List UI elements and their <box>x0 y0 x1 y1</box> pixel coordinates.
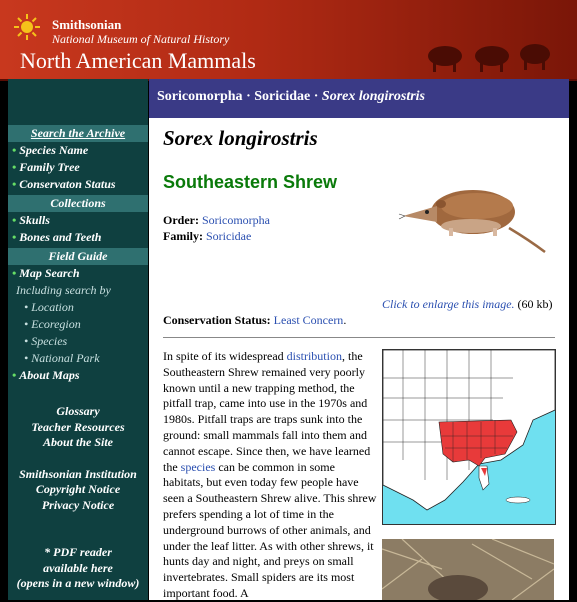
bullet-icon: • <box>12 177 17 191</box>
order-row: Order: Soricomorpha <box>163 213 270 228</box>
bullet-icon: • <box>12 266 17 280</box>
range-map[interactable] <box>382 349 556 525</box>
description-text: In spite of its widespread <box>163 349 287 363</box>
breadcrumb-order[interactable]: Soricomorpha <box>157 89 243 104</box>
sidebar-item-map-search[interactable]: • Map Search <box>8 265 148 282</box>
link-smithsonian-institution[interactable]: Smithsonian Institution <box>8 467 148 483</box>
bullet-icon: • <box>12 213 17 227</box>
sidebar-item-bones-and-teeth[interactable]: • Bones and Teeth <box>8 229 148 246</box>
sidebar-item-label: Bones and Teeth <box>19 230 102 244</box>
link-privacy-notice[interactable]: Privacy Notice <box>8 498 148 514</box>
sidebar-item-label: Species Name <box>19 143 89 157</box>
sidebar-subitem-location[interactable]: • Location <box>8 299 148 316</box>
order-link[interactable]: Soricomorpha <box>202 213 270 227</box>
sidebar-item-label: About Maps <box>19 368 80 382</box>
sidebar-item-about-maps[interactable]: • About Maps <box>8 367 148 384</box>
divider <box>163 337 555 338</box>
main-content: Sorex longirostris Southeastern Shrew Or… <box>149 118 569 600</box>
breadcrumb-separator: · <box>310 89 322 104</box>
site-title[interactable]: North American Mammals <box>20 48 256 74</box>
sidebar-nav: Search the Archive • Species Name • Family… <box>8 79 148 600</box>
sidebar-heading-field-guide: Field Guide <box>8 248 148 265</box>
sidebar-subitem-ecoregion[interactable]: • Ecoregion <box>8 316 148 333</box>
shrew-illustration[interactable] <box>397 170 547 260</box>
pdf-note-line: (opens in a new window) <box>16 576 140 590</box>
smithsonian-sun-logo[interactable] <box>14 14 40 40</box>
sidebar-subitem-label: Species <box>31 334 68 348</box>
link-teacher-resources[interactable]: Teacher Resources <box>8 420 148 436</box>
sidebar-subitem-label: Location <box>31 300 74 314</box>
link-about-site[interactable]: About the Site <box>8 435 148 451</box>
bullet-icon: • <box>12 143 17 157</box>
sidebar-item-label: Skulls <box>19 213 50 227</box>
museum-name[interactable]: National Museum of Natural History <box>52 32 229 47</box>
sidebar-subitem-label: Ecoregion <box>31 317 81 331</box>
family-label: Family: <box>163 229 203 243</box>
pdf-note-line: available here <box>43 560 113 575</box>
link-glossary[interactable]: Glossary <box>8 404 148 420</box>
bullet-icon: • <box>12 368 17 382</box>
description-text: , the Southeastern Shrew remained very p… <box>163 349 371 474</box>
shrew-photo[interactable] <box>382 539 554 600</box>
sidebar-item-skulls[interactable]: • Skulls <box>8 212 148 229</box>
sidebar-subitem-label: National Park <box>31 351 100 365</box>
sidebar-item-conservation-status[interactable]: • Conservaton Status <box>8 176 148 193</box>
enlarge-image-row: Click to enlarge this image. (60 kb) <box>382 297 562 312</box>
order-label: Order: <box>163 213 199 227</box>
species-description: In spite of its widespread distribution,… <box>163 349 377 602</box>
sidebar-item-label: Family Tree <box>19 160 80 174</box>
sidebar-heading-collections: Collections <box>8 195 148 212</box>
page-title: Sorex longirostris <box>163 126 318 150</box>
status-label: Conservation Status: <box>163 313 271 327</box>
enlarge-image-link[interactable]: Click to enlarge this image. <box>382 297 515 311</box>
bullet-icon: • <box>12 160 17 174</box>
sidebar-item-label: Conservaton Status <box>19 177 116 191</box>
description-text: can be common in some habitats, but even… <box>163 459 377 600</box>
status-end: . <box>343 313 347 327</box>
pdf-reader-link[interactable]: * PDF reader available here (opens in a … <box>8 545 148 592</box>
breadcrumb-species: Sorex longirostris <box>321 89 425 104</box>
distribution-link[interactable]: distribution <box>287 349 342 363</box>
muskox-silhouettes-image <box>428 44 550 72</box>
bullet-icon: • <box>12 230 17 244</box>
sidebar-heading-search-archive[interactable]: Search the Archive <box>8 125 148 142</box>
breadcrumb-family[interactable]: Soricidae <box>254 89 310 104</box>
pdf-note-line: * PDF reader <box>44 545 112 559</box>
conservation-status-row: Conservation Status: Least Concern. <box>163 313 346 328</box>
smithsonian-name[interactable]: Smithsonian <box>52 17 121 33</box>
species-link[interactable]: species <box>181 460 216 474</box>
common-name-heading: Southeastern Shrew <box>163 172 338 192</box>
link-copyright-notice[interactable]: Copyright Notice <box>8 482 148 498</box>
status-link[interactable]: Least Concern <box>274 313 344 327</box>
breadcrumb: Soricomorpha · Soricidae · Sorex longiro… <box>149 79 569 118</box>
sidebar-including-note: Including search by <box>16 283 111 297</box>
site-header: Smithsonian National Museum of Natural H… <box>0 0 577 81</box>
sidebar-item-label: Map Search <box>19 266 80 280</box>
sidebar-subitem-species[interactable]: • Species <box>8 333 148 350</box>
sidebar-item-family-tree[interactable]: • Family Tree <box>8 159 148 176</box>
breadcrumb-separator: · <box>242 89 255 104</box>
sidebar-subitem-national-park[interactable]: • National Park <box>8 350 148 367</box>
sidebar-item-species-name[interactable]: • Species Name <box>8 142 148 159</box>
family-row: Family: Soricidae <box>163 229 251 244</box>
image-size: (60 kb) <box>517 297 553 311</box>
family-link[interactable]: Soricidae <box>206 229 251 243</box>
